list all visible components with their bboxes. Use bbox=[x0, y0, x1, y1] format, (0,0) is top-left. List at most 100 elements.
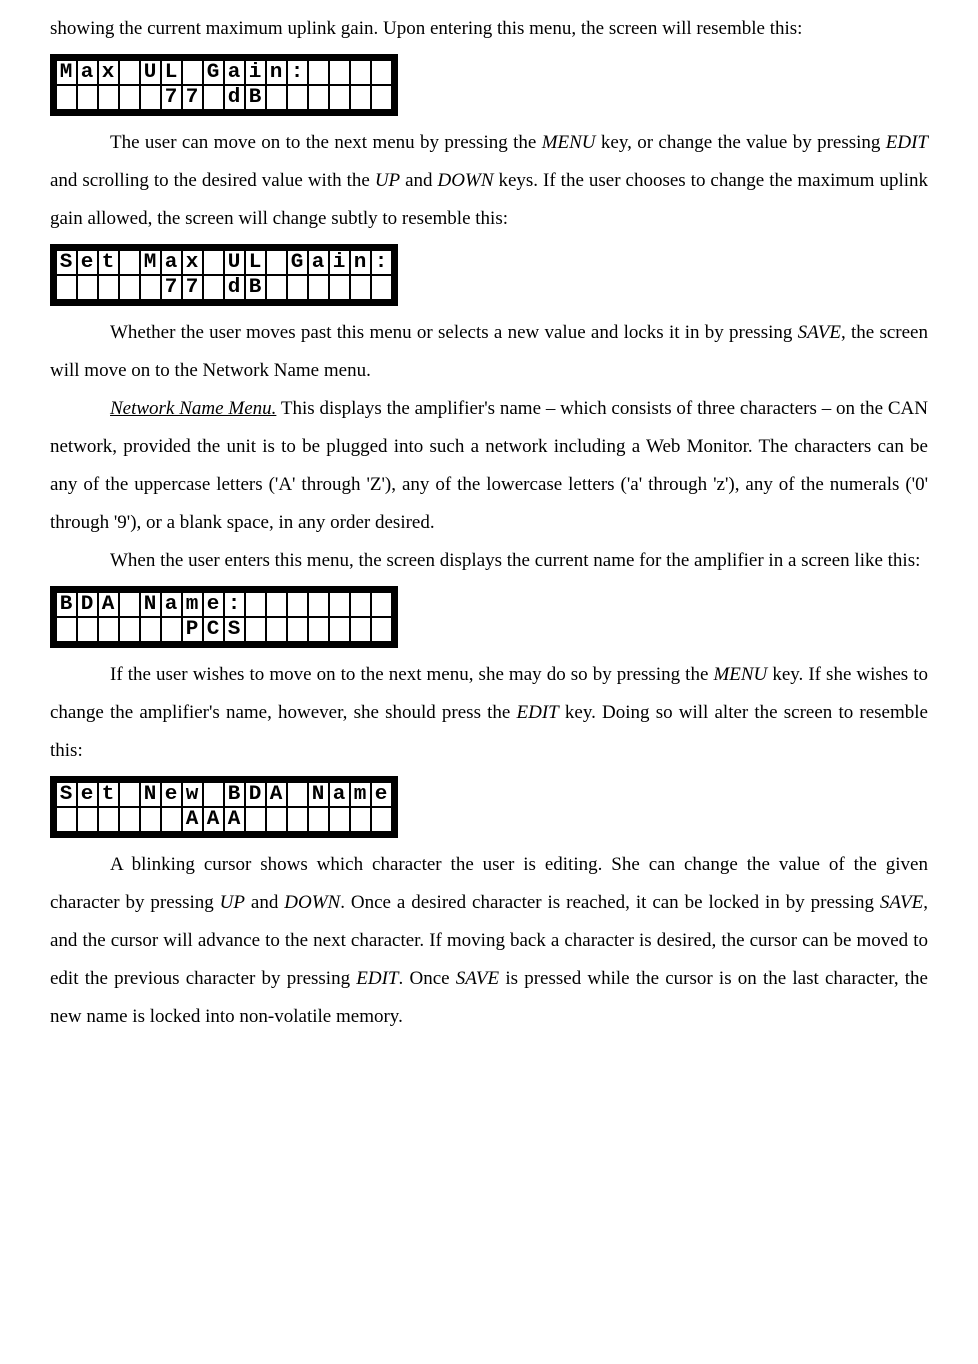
lcd2-row2: 77 dB bbox=[56, 275, 392, 300]
lcd-cell bbox=[140, 275, 161, 300]
lcd3-row1: BDA Name: bbox=[56, 592, 392, 617]
lcd-cell: 7 bbox=[182, 275, 203, 300]
lcd-cell bbox=[245, 807, 266, 832]
lcd-cell bbox=[350, 85, 371, 110]
lcd-cell: a bbox=[329, 782, 350, 807]
lcd-cell bbox=[140, 807, 161, 832]
lcd-cell: D bbox=[77, 592, 98, 617]
edit-key: EDIT bbox=[356, 968, 398, 989]
lcd-cell bbox=[245, 617, 266, 642]
lcd-cell bbox=[266, 275, 287, 300]
lcd-cell bbox=[140, 85, 161, 110]
down-key: DOWN bbox=[438, 170, 494, 191]
lcd-cell: L bbox=[245, 250, 266, 275]
lcd-cell: : bbox=[371, 250, 392, 275]
para-change-name: If the user wishes to move on to the nex… bbox=[50, 656, 928, 770]
lcd-cell: N bbox=[140, 592, 161, 617]
lcd-cell bbox=[119, 85, 140, 110]
text: The user can move on to the next menu by… bbox=[110, 132, 542, 153]
lcd-cell: S bbox=[56, 250, 77, 275]
para-network-name-menu: Network Name Menu. This displays the amp… bbox=[50, 390, 928, 542]
lcd-cell bbox=[56, 807, 77, 832]
lcd-cell: L bbox=[161, 60, 182, 85]
lcd-cell: B bbox=[224, 782, 245, 807]
para-enter-menu: When the user enters this menu, the scre… bbox=[50, 542, 928, 580]
lcd-cell bbox=[266, 617, 287, 642]
lcd-cell bbox=[161, 807, 182, 832]
lcd4-row1: Set New BDA Name bbox=[56, 782, 392, 807]
lcd-cell bbox=[329, 592, 350, 617]
lcd-cell bbox=[203, 250, 224, 275]
lcd-cell: a bbox=[77, 60, 98, 85]
lcd-cell bbox=[98, 617, 119, 642]
lcd-cell: D bbox=[245, 782, 266, 807]
lcd-cell bbox=[308, 275, 329, 300]
lcd-cell: G bbox=[203, 60, 224, 85]
lcd-cell bbox=[329, 617, 350, 642]
lcd-cell bbox=[371, 275, 392, 300]
lcd-cell bbox=[56, 617, 77, 642]
lcd-cell bbox=[308, 617, 329, 642]
lcd-cell: A bbox=[182, 807, 203, 832]
lcd-cell bbox=[287, 85, 308, 110]
lcd-cell: t bbox=[98, 250, 119, 275]
lcd-cell: a bbox=[161, 592, 182, 617]
lcd-cell bbox=[266, 592, 287, 617]
lcd-cell bbox=[287, 782, 308, 807]
lcd-cell: a bbox=[224, 60, 245, 85]
save-key: SAVE bbox=[456, 968, 499, 989]
lcd3-row2: PCS bbox=[56, 617, 392, 642]
lcd-cell: P bbox=[182, 617, 203, 642]
lcd-set-new-bda-name: Set New BDA Name AAA bbox=[50, 776, 398, 838]
lcd-cell: i bbox=[329, 250, 350, 275]
lcd-cell bbox=[308, 85, 329, 110]
lcd-cell bbox=[98, 275, 119, 300]
lcd-cell: 7 bbox=[182, 85, 203, 110]
lcd-cell: e bbox=[203, 592, 224, 617]
lcd-cell bbox=[308, 807, 329, 832]
lcd-cell: e bbox=[77, 250, 98, 275]
lcd-cell bbox=[266, 85, 287, 110]
lcd-cell: U bbox=[140, 60, 161, 85]
lcd-cell bbox=[371, 60, 392, 85]
lcd-cell bbox=[77, 807, 98, 832]
lcd-cell bbox=[371, 807, 392, 832]
lcd-cell bbox=[287, 275, 308, 300]
para-save-network: Whether the user moves past this menu or… bbox=[50, 314, 928, 390]
lcd-cell: M bbox=[140, 250, 161, 275]
lcd-cell: : bbox=[224, 592, 245, 617]
lcd-cell: A bbox=[224, 807, 245, 832]
lcd-cell bbox=[350, 807, 371, 832]
lcd-cell: t bbox=[98, 782, 119, 807]
lcd-cell bbox=[308, 60, 329, 85]
lcd-cell: d bbox=[224, 275, 245, 300]
para-menu-edit: The user can move on to the next menu by… bbox=[50, 124, 928, 238]
para-cursor: A blinking cursor shows which character … bbox=[50, 846, 928, 1036]
lcd-max-ul-gain: Max UL Gain: 77 dB bbox=[50, 54, 398, 116]
lcd4-row2: AAA bbox=[56, 807, 392, 832]
lcd-cell: d bbox=[224, 85, 245, 110]
lcd-cell: e bbox=[77, 782, 98, 807]
save-key: SAVE bbox=[880, 892, 923, 913]
lcd-cell bbox=[203, 85, 224, 110]
lcd-cell: m bbox=[350, 782, 371, 807]
up-key: UP bbox=[220, 892, 245, 913]
lcd-cell bbox=[245, 592, 266, 617]
lcd-cell: e bbox=[371, 782, 392, 807]
lcd-cell: i bbox=[245, 60, 266, 85]
lcd1-row2: 77 dB bbox=[56, 85, 392, 110]
lcd-bda-name: BDA Name: PCS bbox=[50, 586, 398, 648]
lcd-cell bbox=[119, 275, 140, 300]
lcd-cell bbox=[350, 60, 371, 85]
text: If the user wishes to move on to the nex… bbox=[110, 664, 713, 685]
lcd-cell bbox=[329, 807, 350, 832]
edit-key: EDIT bbox=[517, 702, 559, 723]
lcd-cell bbox=[77, 85, 98, 110]
lcd-cell: A bbox=[203, 807, 224, 832]
lcd-cell bbox=[371, 617, 392, 642]
lcd-cell bbox=[350, 617, 371, 642]
lcd-cell bbox=[56, 275, 77, 300]
text: and bbox=[400, 170, 437, 191]
lcd-cell: C bbox=[203, 617, 224, 642]
lcd-cell bbox=[119, 807, 140, 832]
